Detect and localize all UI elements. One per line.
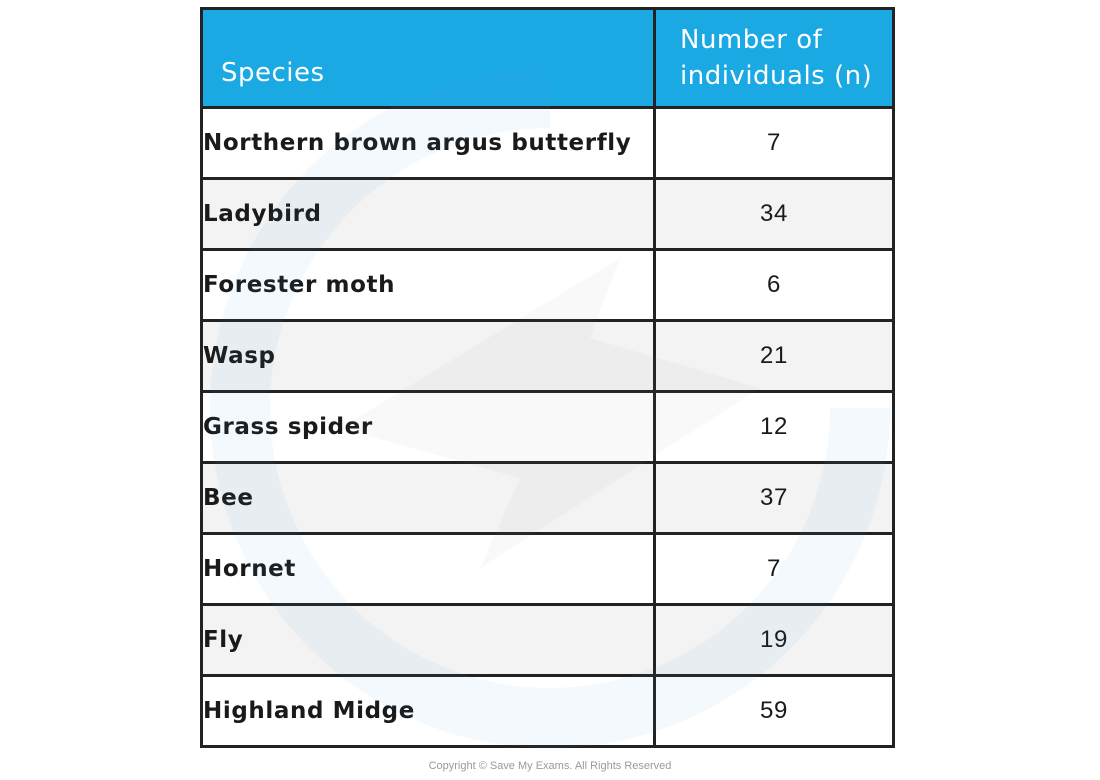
table-row: Northern brown argus butterfly 7 bbox=[200, 106, 895, 180]
count-header-line2: individuals (n) bbox=[680, 61, 873, 91]
species-cell: Grass spider bbox=[200, 390, 656, 464]
table-row: Hornet 7 bbox=[200, 532, 895, 606]
table-row: Wasp 21 bbox=[200, 319, 895, 393]
species-cell: Ladybird bbox=[200, 177, 656, 251]
page: Species Number of individuals (n) Northe… bbox=[0, 0, 1100, 780]
count-cell: 7 bbox=[653, 532, 895, 606]
species-cell: Forester moth bbox=[200, 248, 656, 322]
species-header-label: Species bbox=[221, 58, 325, 88]
count-header-line1: Number of bbox=[680, 25, 823, 55]
table-row: Highland Midge 59 bbox=[200, 674, 895, 748]
table-row: Bee 37 bbox=[200, 461, 895, 535]
table-row: Fly 19 bbox=[200, 603, 895, 677]
count-cell: 59 bbox=[653, 674, 895, 748]
count-cell: 19 bbox=[653, 603, 895, 677]
table-row: Forester moth 6 bbox=[200, 248, 895, 322]
species-cell: Wasp bbox=[200, 319, 656, 393]
species-count-table: Species Number of individuals (n) Northe… bbox=[200, 7, 895, 748]
count-cell: 21 bbox=[653, 319, 895, 393]
table-row: Grass spider 12 bbox=[200, 390, 895, 464]
species-cell: Highland Midge bbox=[200, 674, 656, 748]
copyright-notice: Copyright © Save My Exams. All Rights Re… bbox=[428, 760, 672, 772]
count-cell: 6 bbox=[653, 248, 895, 322]
count-column-header: Number of individuals (n) bbox=[653, 7, 895, 109]
count-cell: 34 bbox=[653, 177, 895, 251]
species-cell: Bee bbox=[200, 461, 656, 535]
count-cell: 7 bbox=[653, 106, 895, 180]
table-row: Ladybird 34 bbox=[200, 177, 895, 251]
species-cell: Fly bbox=[200, 603, 656, 677]
species-cell: Hornet bbox=[200, 532, 656, 606]
species-column-header: Species bbox=[200, 7, 656, 109]
species-cell: Northern brown argus butterfly bbox=[200, 106, 656, 180]
count-cell: 12 bbox=[653, 390, 895, 464]
table-header-row: Species Number of individuals (n) bbox=[200, 7, 895, 109]
count-cell: 37 bbox=[653, 461, 895, 535]
